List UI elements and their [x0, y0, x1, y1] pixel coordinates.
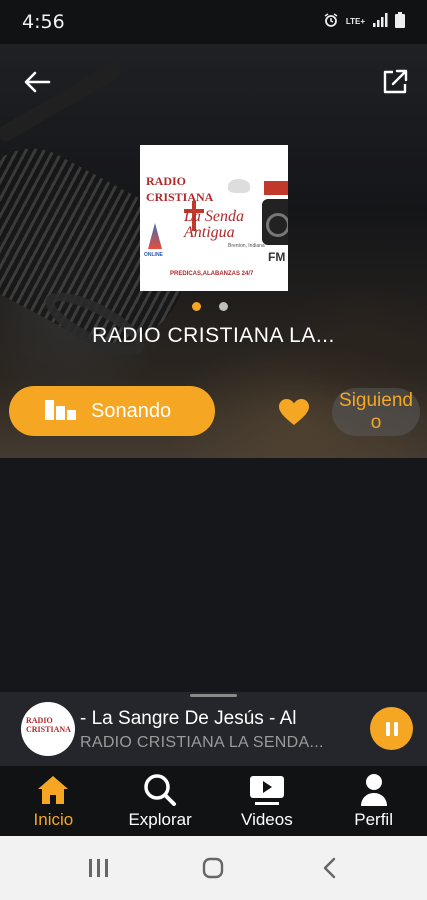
- arrow-left-icon: [24, 71, 51, 93]
- carousel-dots: [192, 302, 228, 311]
- status-icons: LTE+: [323, 11, 405, 33]
- nav-label-videos: Videos: [241, 809, 293, 829]
- logo-script-line1: La Senda: [184, 208, 244, 225]
- mini-player-song-title: - La Sangre De Jesús - Al: [80, 708, 297, 729]
- heart-icon: [279, 399, 309, 425]
- carousel-dot-active[interactable]: [192, 302, 201, 311]
- now-playing-label: Sonando: [91, 399, 172, 422]
- back-system-button[interactable]: [309, 848, 349, 888]
- drag-handle[interactable]: [190, 694, 237, 697]
- station-title: RADIO CRISTIANA LA...: [92, 324, 335, 347]
- logo-title-line2: CRISTIANA: [146, 190, 214, 204]
- radio-tower-icon: [148, 223, 162, 249]
- mini-player-station-name: RADIO CRISTIANA LA SENDA...: [80, 734, 324, 751]
- back-button[interactable]: [19, 64, 55, 100]
- logo-subtitle: Brenton, Indiana: [228, 243, 265, 249]
- recent-apps-icon: [88, 859, 108, 877]
- radio-icon: [262, 199, 288, 245]
- logo-script-line2: Antigua: [184, 224, 235, 241]
- search-icon: [143, 773, 177, 807]
- favorite-button[interactable]: [268, 390, 320, 434]
- equalizer-icon: [45, 398, 79, 425]
- signal-icon: [372, 12, 388, 32]
- system-nav-bar: [0, 836, 427, 900]
- lte-indicator: LTE+: [345, 17, 365, 26]
- nav-label-explorar: Explorar: [128, 809, 192, 829]
- dove-icon: [228, 179, 250, 193]
- mini-artwork-line2: CRISTIANA: [26, 725, 71, 734]
- chevron-left-icon: [323, 857, 336, 879]
- mini-player[interactable]: RADIO CRISTIANA - La Sangre De Jesús - A…: [0, 692, 427, 766]
- mini-artwork-text: RADIO CRISTIANA: [26, 716, 71, 734]
- station-hero: RADIO CRISTIANA La Senda Antigua Brenton…: [0, 44, 427, 458]
- status-time: 4:56: [22, 11, 65, 33]
- alarm-icon: [323, 12, 339, 33]
- follow-label: Siguiendo: [339, 390, 413, 433]
- nav-item-perfil[interactable]: Perfil: [320, 766, 427, 836]
- logo-script: La Senda Antigua: [184, 209, 244, 241]
- home-circle-icon: [203, 857, 224, 879]
- logo-title-line1: RADIO: [146, 174, 187, 188]
- logo-stripe: [264, 181, 288, 195]
- nav-label-inicio: Inicio: [33, 809, 74, 829]
- now-playing-button[interactable]: Sonando: [9, 386, 215, 436]
- station-logo: RADIO CRISTIANA La Senda Antigua Brenton…: [140, 145, 288, 291]
- mini-player-artwork: RADIO CRISTIANA: [21, 702, 75, 756]
- recent-apps-button[interactable]: [78, 848, 118, 888]
- nav-label-perfil: Perfil: [354, 809, 393, 829]
- logo-online-label: ONLINE: [144, 252, 163, 258]
- open-external-button[interactable]: [377, 64, 413, 100]
- home-icon: [36, 773, 70, 807]
- logo-title: RADIO CRISTIANA: [146, 173, 213, 205]
- pause-button[interactable]: [370, 707, 413, 750]
- logo-fm-label: FM: [268, 250, 286, 264]
- carousel-dot[interactable]: [219, 302, 228, 311]
- home-system-button[interactable]: [193, 848, 233, 888]
- app-screen: 4:56 LTE+ RADIO CRISTIANA La Senda Antig…: [0, 0, 427, 900]
- nav-item-videos[interactable]: Videos: [214, 766, 321, 836]
- mini-artwork-line1: RADIO: [26, 716, 53, 725]
- nav-item-explorar[interactable]: Explorar: [107, 766, 214, 836]
- logo-bottom-text: PREDICAS,ALABANZAS 24/7: [170, 271, 254, 277]
- profile-icon: [359, 773, 389, 807]
- pause-icon: [385, 721, 398, 736]
- status-bar: 4:56 LTE+: [0, 0, 427, 44]
- battery-icon: [395, 11, 405, 33]
- external-link-icon: [383, 69, 408, 94]
- follow-button[interactable]: Siguiendo: [332, 388, 420, 436]
- nav-item-inicio[interactable]: Inicio: [0, 766, 107, 836]
- bottom-nav: Inicio Explorar Videos Perfil: [0, 766, 427, 836]
- video-icon: [249, 773, 285, 807]
